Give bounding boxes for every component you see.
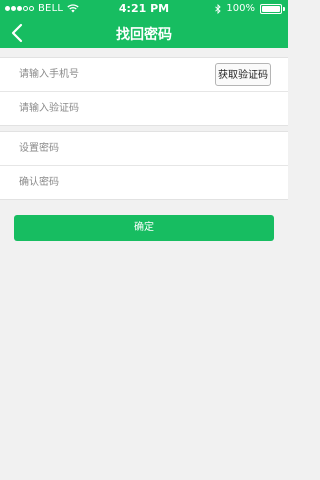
- page-title: 找回密码: [116, 27, 172, 43]
- password-group: [0, 131, 288, 200]
- verification-code-input[interactable]: [19, 92, 199, 125]
- header: BELL 4:21 PM 100% 找回密码: [0, 0, 288, 48]
- phone-row: 获取验证码: [0, 58, 288, 92]
- status-right: 100%: [215, 3, 285, 14]
- bluetooth-icon: [215, 3, 222, 14]
- battery-icon: [260, 3, 285, 14]
- new-password-input[interactable]: [19, 132, 199, 165]
- code-row: [0, 92, 288, 125]
- navigation-bar: 找回密码: [0, 18, 288, 48]
- confirm-button[interactable]: 确定: [14, 215, 274, 241]
- confirm-password-row: [0, 166, 288, 199]
- status-bar: BELL 4:21 PM 100%: [0, 0, 288, 18]
- password-row: [0, 132, 288, 166]
- verification-group: 获取验证码: [0, 57, 288, 126]
- battery-percent: 100%: [226, 3, 255, 14]
- phone-input[interactable]: [19, 58, 199, 91]
- get-code-button[interactable]: 获取验证码: [215, 63, 271, 86]
- confirm-password-input[interactable]: [19, 166, 199, 199]
